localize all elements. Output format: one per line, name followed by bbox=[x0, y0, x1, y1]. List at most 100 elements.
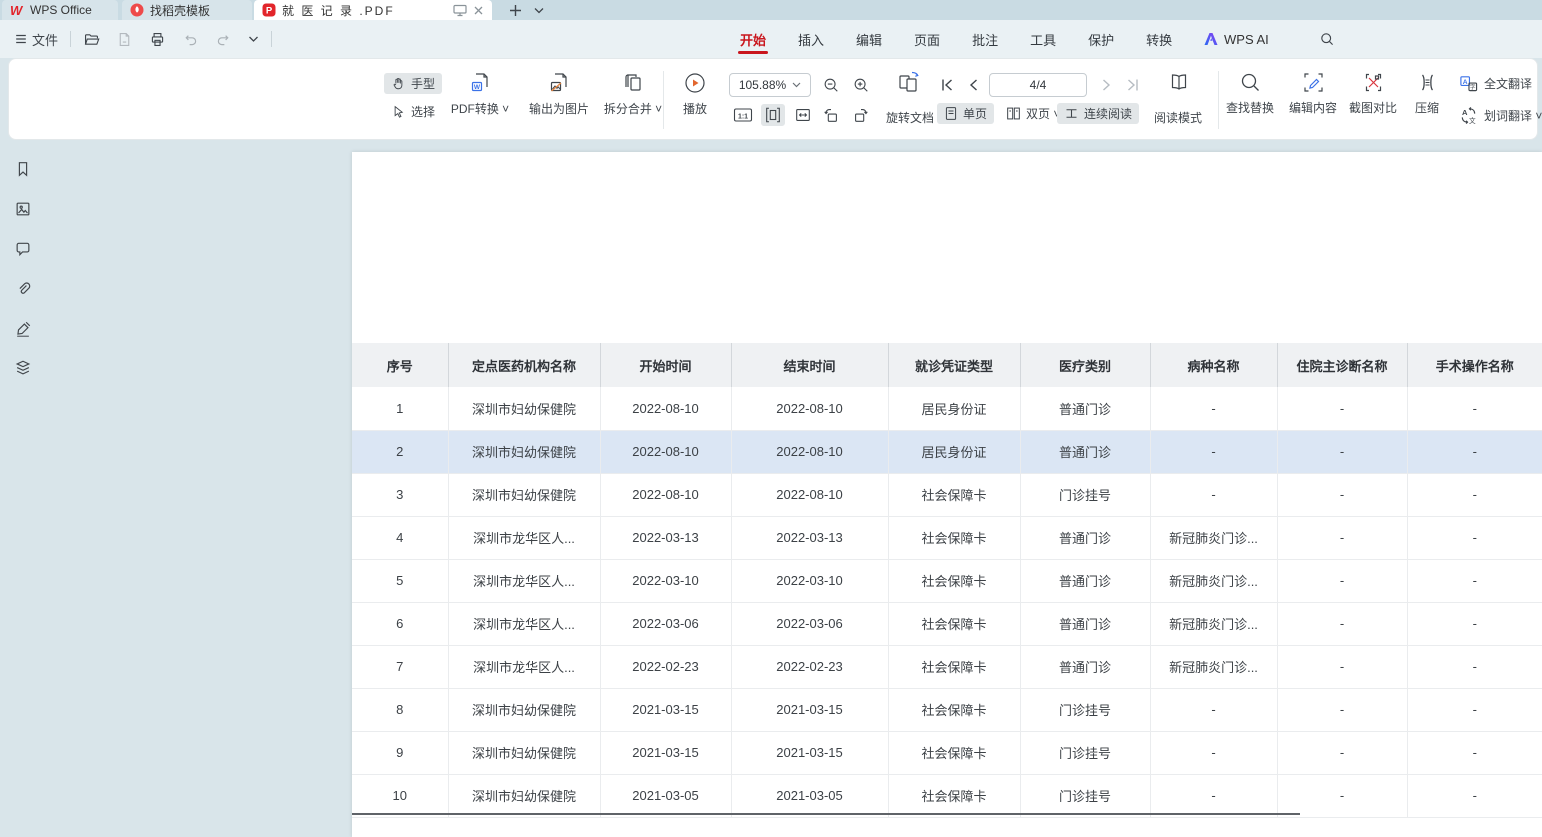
tab-docer-templates[interactable]: 找稻壳模板 bbox=[122, 0, 252, 20]
last-page-button[interactable] bbox=[1121, 74, 1145, 96]
next-page-button[interactable] bbox=[1095, 74, 1119, 96]
more-commands-chevron-icon[interactable] bbox=[244, 32, 263, 46]
table-cell: 社会保障卡 bbox=[888, 731, 1020, 774]
tab-list-chevron-icon[interactable] bbox=[530, 1, 548, 19]
table-cell: 新冠肺炎门诊... bbox=[1150, 602, 1277, 645]
actual-size-button[interactable]: 1:1 bbox=[731, 104, 755, 126]
zoom-level-value: 105.88% bbox=[739, 78, 786, 92]
new-tab-button[interactable] bbox=[506, 1, 524, 19]
rotate-right-button[interactable] bbox=[849, 104, 873, 126]
next-page-icon bbox=[1100, 77, 1114, 93]
play-button[interactable]: 播放 bbox=[673, 71, 717, 117]
attachments-panel-button[interactable] bbox=[12, 278, 34, 300]
export-image-button[interactable]: 输出为图片 bbox=[521, 71, 597, 117]
read-mode-button[interactable] bbox=[1167, 71, 1191, 93]
table-cell: 2021-03-15 bbox=[731, 688, 888, 731]
bookmarks-panel-button[interactable] bbox=[12, 158, 34, 180]
table-cell: 2022-03-06 bbox=[600, 602, 731, 645]
rotate-pages-button[interactable] bbox=[895, 71, 923, 93]
edit-content-icon bbox=[1302, 71, 1325, 94]
zoom-in-button[interactable] bbox=[849, 74, 873, 96]
menu-start[interactable]: 开始 bbox=[736, 22, 770, 57]
rotate-left-button[interactable] bbox=[819, 104, 843, 126]
last-page-icon bbox=[1125, 77, 1141, 93]
present-to-screen-icon[interactable] bbox=[453, 4, 467, 17]
tab-wps-office[interactable]: W WPS Office bbox=[2, 0, 118, 20]
table-row: 3深圳市妇幼保健院2022-08-102022-08-10社会保障卡门诊挂号--… bbox=[352, 473, 1542, 516]
page-indicator-input[interactable]: 4/4 bbox=[989, 73, 1087, 97]
menu-page[interactable]: 页面 bbox=[910, 22, 944, 57]
table-cell: 2022-08-10 bbox=[731, 387, 888, 430]
full-translate-button[interactable]: A字 全文翻译 bbox=[1459, 74, 1532, 93]
menu-convert[interactable]: 转换 bbox=[1142, 22, 1176, 57]
undo-button[interactable] bbox=[178, 28, 203, 51]
hand-tool-button[interactable]: 手型 bbox=[384, 73, 442, 94]
prev-page-button[interactable] bbox=[961, 74, 985, 96]
table-cell: 2022-03-13 bbox=[731, 516, 888, 559]
layers-panel-button[interactable] bbox=[12, 357, 34, 379]
comments-panel-button[interactable] bbox=[12, 238, 34, 260]
menu-tools[interactable]: 工具 bbox=[1026, 22, 1060, 57]
signature-panel-button[interactable] bbox=[12, 318, 34, 340]
split-merge-button[interactable]: 拆分合并 ˅ bbox=[597, 71, 669, 117]
column-header: 开始时间 bbox=[600, 343, 731, 387]
screenshot-compare-icon bbox=[1362, 71, 1385, 94]
pdf-convert-button[interactable]: W PDF转换 ˅ bbox=[442, 71, 518, 117]
compress-button[interactable]: 压缩 bbox=[1402, 71, 1452, 116]
continuous-reading-button[interactable]: 连续阅读 bbox=[1057, 103, 1139, 124]
save-icon bbox=[116, 31, 133, 48]
table-cell: 深圳市龙华区人... bbox=[448, 645, 600, 688]
table-cell: 6 bbox=[352, 602, 448, 645]
ribbon-toolbar: 手型 选择 W PDF转换 ˅ 输出为图片 拆分合并 ˅ 播放 105.88% … bbox=[8, 58, 1538, 140]
table-cell: 居民身份证 bbox=[888, 387, 1020, 430]
find-replace-button[interactable]: 查找替换 bbox=[1222, 71, 1278, 116]
table-cell: 居民身份证 bbox=[888, 430, 1020, 473]
redo-icon bbox=[215, 31, 232, 48]
file-menu-button[interactable]: 文件 bbox=[10, 27, 62, 52]
word-translate-button[interactable]: A文 划词翻译 ˅ bbox=[1459, 106, 1542, 125]
toolbar-divider bbox=[271, 31, 272, 47]
read-mode-label[interactable]: 阅读模式 bbox=[1144, 109, 1212, 126]
table-cell: - bbox=[1150, 473, 1277, 516]
wps-ai-button[interactable]: WPS AI bbox=[1203, 32, 1269, 47]
zoom-out-button[interactable] bbox=[819, 74, 843, 96]
thumbnails-panel-button[interactable] bbox=[12, 198, 34, 220]
first-page-button[interactable] bbox=[935, 74, 959, 96]
file-menu-icon bbox=[14, 32, 28, 46]
comment-icon bbox=[14, 240, 32, 258]
column-header: 定点医药机构名称 bbox=[448, 343, 600, 387]
search-icon bbox=[1319, 31, 1335, 47]
redo-button[interactable] bbox=[211, 28, 236, 51]
medical-records-table: 序号定点医药机构名称开始时间结束时间就诊凭证类型医疗类别病种名称住院主诊断名称手… bbox=[352, 343, 1542, 818]
fit-page-button[interactable] bbox=[791, 104, 815, 126]
select-tool-button[interactable]: 选择 bbox=[384, 101, 442, 122]
table-cell: 深圳市妇幼保健院 bbox=[448, 774, 600, 817]
cursor-icon bbox=[391, 104, 406, 119]
table-cell: 深圳市龙华区人... bbox=[448, 516, 600, 559]
print-button[interactable] bbox=[145, 28, 170, 51]
continuous-reading-icon bbox=[1064, 106, 1079, 121]
menu-edit[interactable]: 编辑 bbox=[852, 22, 886, 57]
full-translate-icon: A字 bbox=[1459, 74, 1478, 93]
menu-comment[interactable]: 批注 bbox=[968, 22, 1002, 57]
edit-content-button[interactable]: 编辑内容 bbox=[1285, 71, 1341, 116]
table-cell: 2022-08-10 bbox=[600, 430, 731, 473]
zoom-level-select[interactable]: 105.88% bbox=[729, 73, 811, 97]
tab-document-pdf[interactable]: P 就 医 记 录 .PDF bbox=[254, 0, 492, 20]
fit-width-button[interactable] bbox=[761, 104, 785, 126]
table-cell: - bbox=[1407, 430, 1542, 473]
menu-protect[interactable]: 保护 bbox=[1084, 22, 1118, 57]
table-cell: 4 bbox=[352, 516, 448, 559]
rotate-doc-label[interactable]: 旋转文档 bbox=[874, 109, 946, 126]
screenshot-compare-button[interactable]: 截图对比 bbox=[1345, 71, 1401, 116]
save-button[interactable] bbox=[112, 28, 137, 51]
document-canvas: 序号定点医药机构名称开始时间结束时间就诊凭证类型医疗类别病种名称住院主诊断名称手… bbox=[0, 140, 1542, 837]
open-file-button[interactable] bbox=[79, 28, 104, 51]
menu-insert[interactable]: 插入 bbox=[794, 22, 828, 57]
close-tab-icon[interactable] bbox=[473, 5, 484, 16]
table-cell: 社会保障卡 bbox=[888, 688, 1020, 731]
column-header: 病种名称 bbox=[1150, 343, 1277, 387]
global-search-button[interactable] bbox=[1319, 31, 1335, 47]
single-page-button[interactable]: 单页 bbox=[937, 103, 994, 124]
table-cell: 2022-03-06 bbox=[731, 602, 888, 645]
